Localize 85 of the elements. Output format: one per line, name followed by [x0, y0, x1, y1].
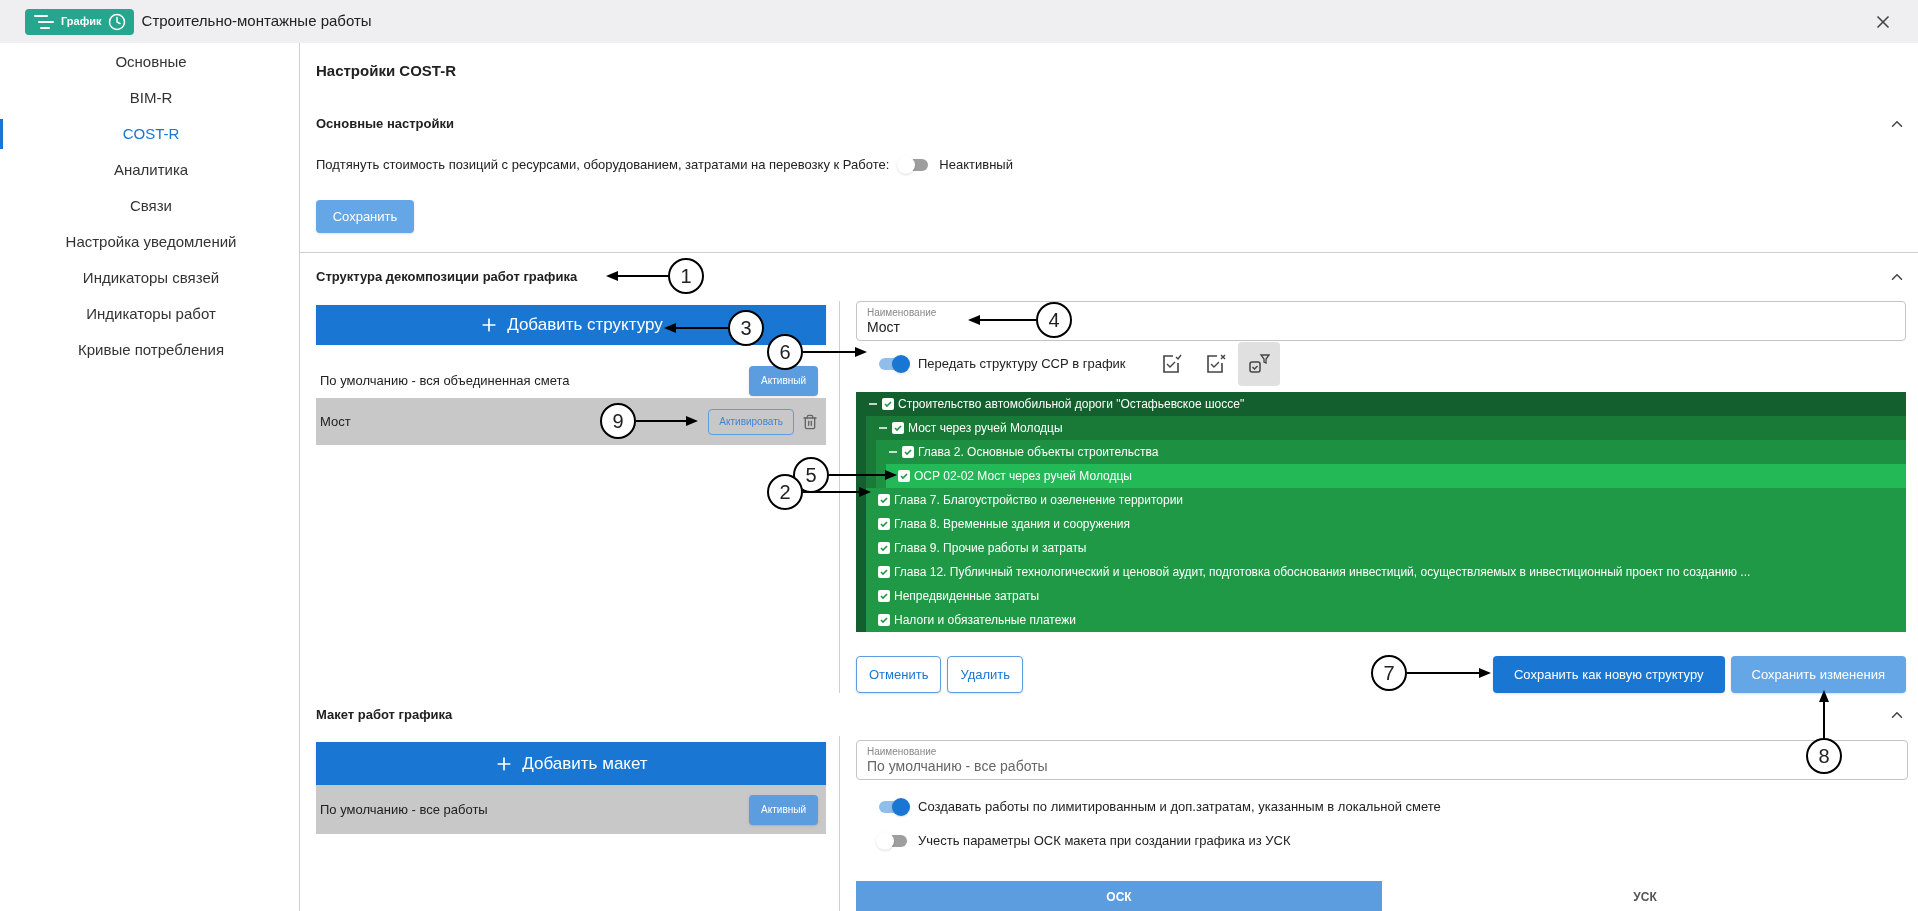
option-state: Неактивный — [939, 156, 1013, 175]
add-layout-button[interactable]: Добавить макет — [316, 742, 826, 785]
checkbox[interactable] — [878, 566, 890, 578]
field-value: Мост — [867, 318, 901, 336]
checkbox[interactable] — [882, 398, 894, 410]
tree-label: Глава 2. Основные объекты строительства — [918, 444, 1159, 461]
active-button[interactable]: Активный — [749, 794, 818, 825]
option-label: Подтянуть стоимость позиций с ресурсами, оборудованием, затратами на перевозку к Работе: — [316, 156, 890, 175]
section-title: Основные настройки — [316, 115, 454, 134]
field-label: Наименование — [867, 306, 937, 319]
section-title: Макет работ графика — [316, 705, 453, 724]
checkbox-filter-icon — [1247, 353, 1270, 375]
sidebar-item[interactable]: Связи — [0, 191, 299, 221]
checkbox[interactable] — [878, 518, 890, 530]
checkbox[interactable] — [878, 614, 890, 626]
arrow — [1819, 690, 1829, 738]
active-button[interactable]: Активный — [749, 365, 818, 396]
tree-row[interactable]: Мост через ручей Молодцы — [866, 416, 1906, 440]
menu-icon — [33, 13, 55, 30]
page-title: Настройки COST-R — [316, 61, 456, 82]
option-label: Создавать работы по лимитированным и доп.затратам, указанным в локальной смете — [918, 798, 1441, 817]
toggle-label: Передать структуру ССР в график — [918, 355, 1126, 374]
tree-label: Налоги и обязательные платежи — [894, 612, 1076, 629]
arrow — [803, 487, 871, 497]
row-label: По умолчанию - все работы — [320, 800, 488, 819]
sidebar-item[interactable]: Кривые потребления — [0, 335, 299, 365]
checkbox[interactable] — [878, 590, 890, 602]
action-button[interactable]: Сохранить как новую структуру — [1493, 656, 1725, 693]
arrow — [803, 347, 867, 357]
sidebar-item[interactable]: Индикаторы связей — [0, 263, 299, 293]
arrow — [664, 323, 728, 333]
sidebar-item[interactable]: Индикаторы работ — [0, 299, 299, 329]
checkbox-cross-icon — [1204, 353, 1227, 375]
field-value: По умолчанию - все работы — [867, 757, 1048, 775]
arrow — [968, 315, 1036, 325]
action-button[interactable]: Отменить — [856, 656, 942, 693]
tree-label: Непредвиденные затраты — [894, 588, 1040, 605]
tree-row[interactable]: Строительство автомобильной дороги "Остафьевское шоссе" — [856, 392, 1906, 416]
tree-label: Строительство автомобильной дороги "Остафьевское шоссе" — [898, 396, 1245, 413]
callout-number: 1 — [668, 258, 704, 294]
list-row[interactable]: По умолчанию - все работы Активный — [316, 785, 826, 834]
tree-label: Мост через ручей Молодцы — [908, 420, 1063, 437]
option-label: Учесть параметры ОСК макета при создании графика из УСК — [918, 832, 1291, 851]
tree-label: Глава 12. Публичный технологический и ценовой аудит, подготовка обоснования инвестиций, осуществляемых в инвестиционный проект по созданию ... — [894, 564, 1751, 581]
tree-label: Глава 9. Прочие работы и затраты — [894, 540, 1087, 557]
section-title: Структура декомпозиции работ графика — [316, 268, 578, 287]
checkbox[interactable] — [892, 422, 904, 434]
tree-row[interactable]: Глава 2. Основные объекты строительства — [876, 440, 1906, 464]
logo-button[interactable]: График — [25, 8, 134, 35]
arrow — [636, 416, 698, 426]
sidebar-item[interactable]: Аналитика — [0, 155, 299, 185]
arrow — [829, 470, 897, 480]
arrow — [606, 271, 668, 281]
tree-row[interactable]: Глава 9. Прочие работы и затраты — [866, 536, 1906, 560]
tree-row[interactable]: ОСР 02-02 Мост через ручей Молодцы — [886, 464, 1906, 488]
tree-label: ОСР 02-02 Мост через ручей Молодцы — [914, 468, 1132, 485]
tree-row[interactable]: Глава 7. Благоустройство и озеленение территории — [866, 488, 1906, 512]
check-all-icon — [1160, 353, 1183, 375]
action-button[interactable]: Удалить — [947, 656, 1024, 693]
callout-number: 8 — [1806, 738, 1842, 774]
checkbox[interactable] — [878, 494, 890, 506]
clock-icon — [107, 12, 126, 31]
row-label: Мост — [320, 412, 351, 431]
tree-row[interactable]: Непредвиденные затраты — [866, 584, 1906, 608]
filter-button[interactable] — [1237, 342, 1280, 386]
field-label: Наименование — [867, 745, 937, 758]
sidebar-item[interactable]: Основные — [0, 47, 299, 77]
tree-row[interactable]: Налоги и обязательные платежи — [866, 608, 1906, 632]
checkbox[interactable] — [878, 542, 890, 554]
tree-label: Глава 7. Благоустройство и озеленение территории — [894, 492, 1184, 509]
sidebar-item[interactable]: COST-R — [0, 119, 299, 149]
callout-number: 4 — [1036, 302, 1072, 338]
row-label: По умолчанию - вся объединенная смета — [320, 371, 570, 390]
tree-label: Глава 8. Временные здания и сооружения — [894, 516, 1131, 533]
window-title: Строительно-монтажные работы — [141, 11, 372, 32]
trash-icon[interactable] — [802, 413, 818, 430]
sidebar-item[interactable]: Настройка уведомлений — [0, 227, 299, 257]
callout-number: 2 — [767, 474, 803, 510]
tab[interactable]: ОСК — [856, 881, 1382, 911]
checkbox[interactable] — [902, 446, 914, 458]
tree-row[interactable]: Глава 8. Временные здания и сооружения — [866, 512, 1906, 536]
sidebar-item[interactable]: BIM-R — [0, 83, 299, 113]
callout-number: 7 — [1371, 655, 1407, 691]
tree-row[interactable]: Глава 12. Публичный технологический и ценовой аудит, подготовка обоснования инвестиций, осуществляемых в инвестиционный проект по созданию ... — [866, 560, 1906, 584]
checkbox[interactable] — [898, 470, 910, 482]
